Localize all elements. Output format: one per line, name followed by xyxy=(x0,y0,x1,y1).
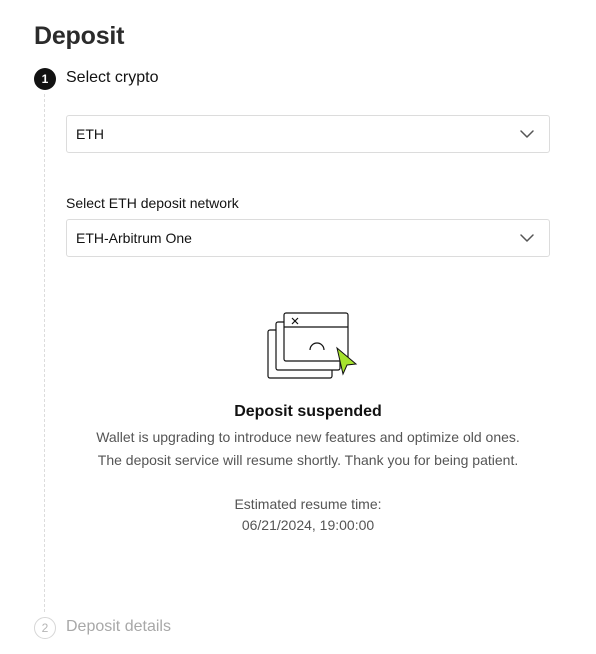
step-1-label: Select crypto xyxy=(66,69,159,86)
step-2-label: Deposit details xyxy=(66,618,171,635)
suspended-message-line-1: Wallet is upgrading to introduce new fea… xyxy=(96,429,520,445)
chevron-down-icon xyxy=(520,234,534,242)
step-1-indicator: 1 xyxy=(34,68,56,90)
chevron-down-icon xyxy=(520,130,534,138)
crypto-select[interactable]: ETH xyxy=(66,115,550,153)
network-select[interactable]: ETH-Arbitrum One xyxy=(66,219,550,257)
step-2-indicator: 2 xyxy=(34,617,56,639)
deposit-suspended-title: Deposit suspended xyxy=(234,403,382,420)
step-connector-line xyxy=(44,94,45,612)
window-suspended-illustration xyxy=(267,312,358,379)
suspended-message-line-2: The deposit service will resume shortly.… xyxy=(97,452,519,468)
page-title: Deposit xyxy=(34,22,125,50)
network-select-label: Select ETH deposit network xyxy=(66,195,239,211)
network-select-value: ETH-Arbitrum One xyxy=(76,230,192,246)
crypto-select-value: ETH xyxy=(76,126,104,142)
resume-time-label: Estimated resume time: xyxy=(234,496,382,512)
resume-time-value: 06/21/2024, 19:00:00 xyxy=(241,517,375,533)
